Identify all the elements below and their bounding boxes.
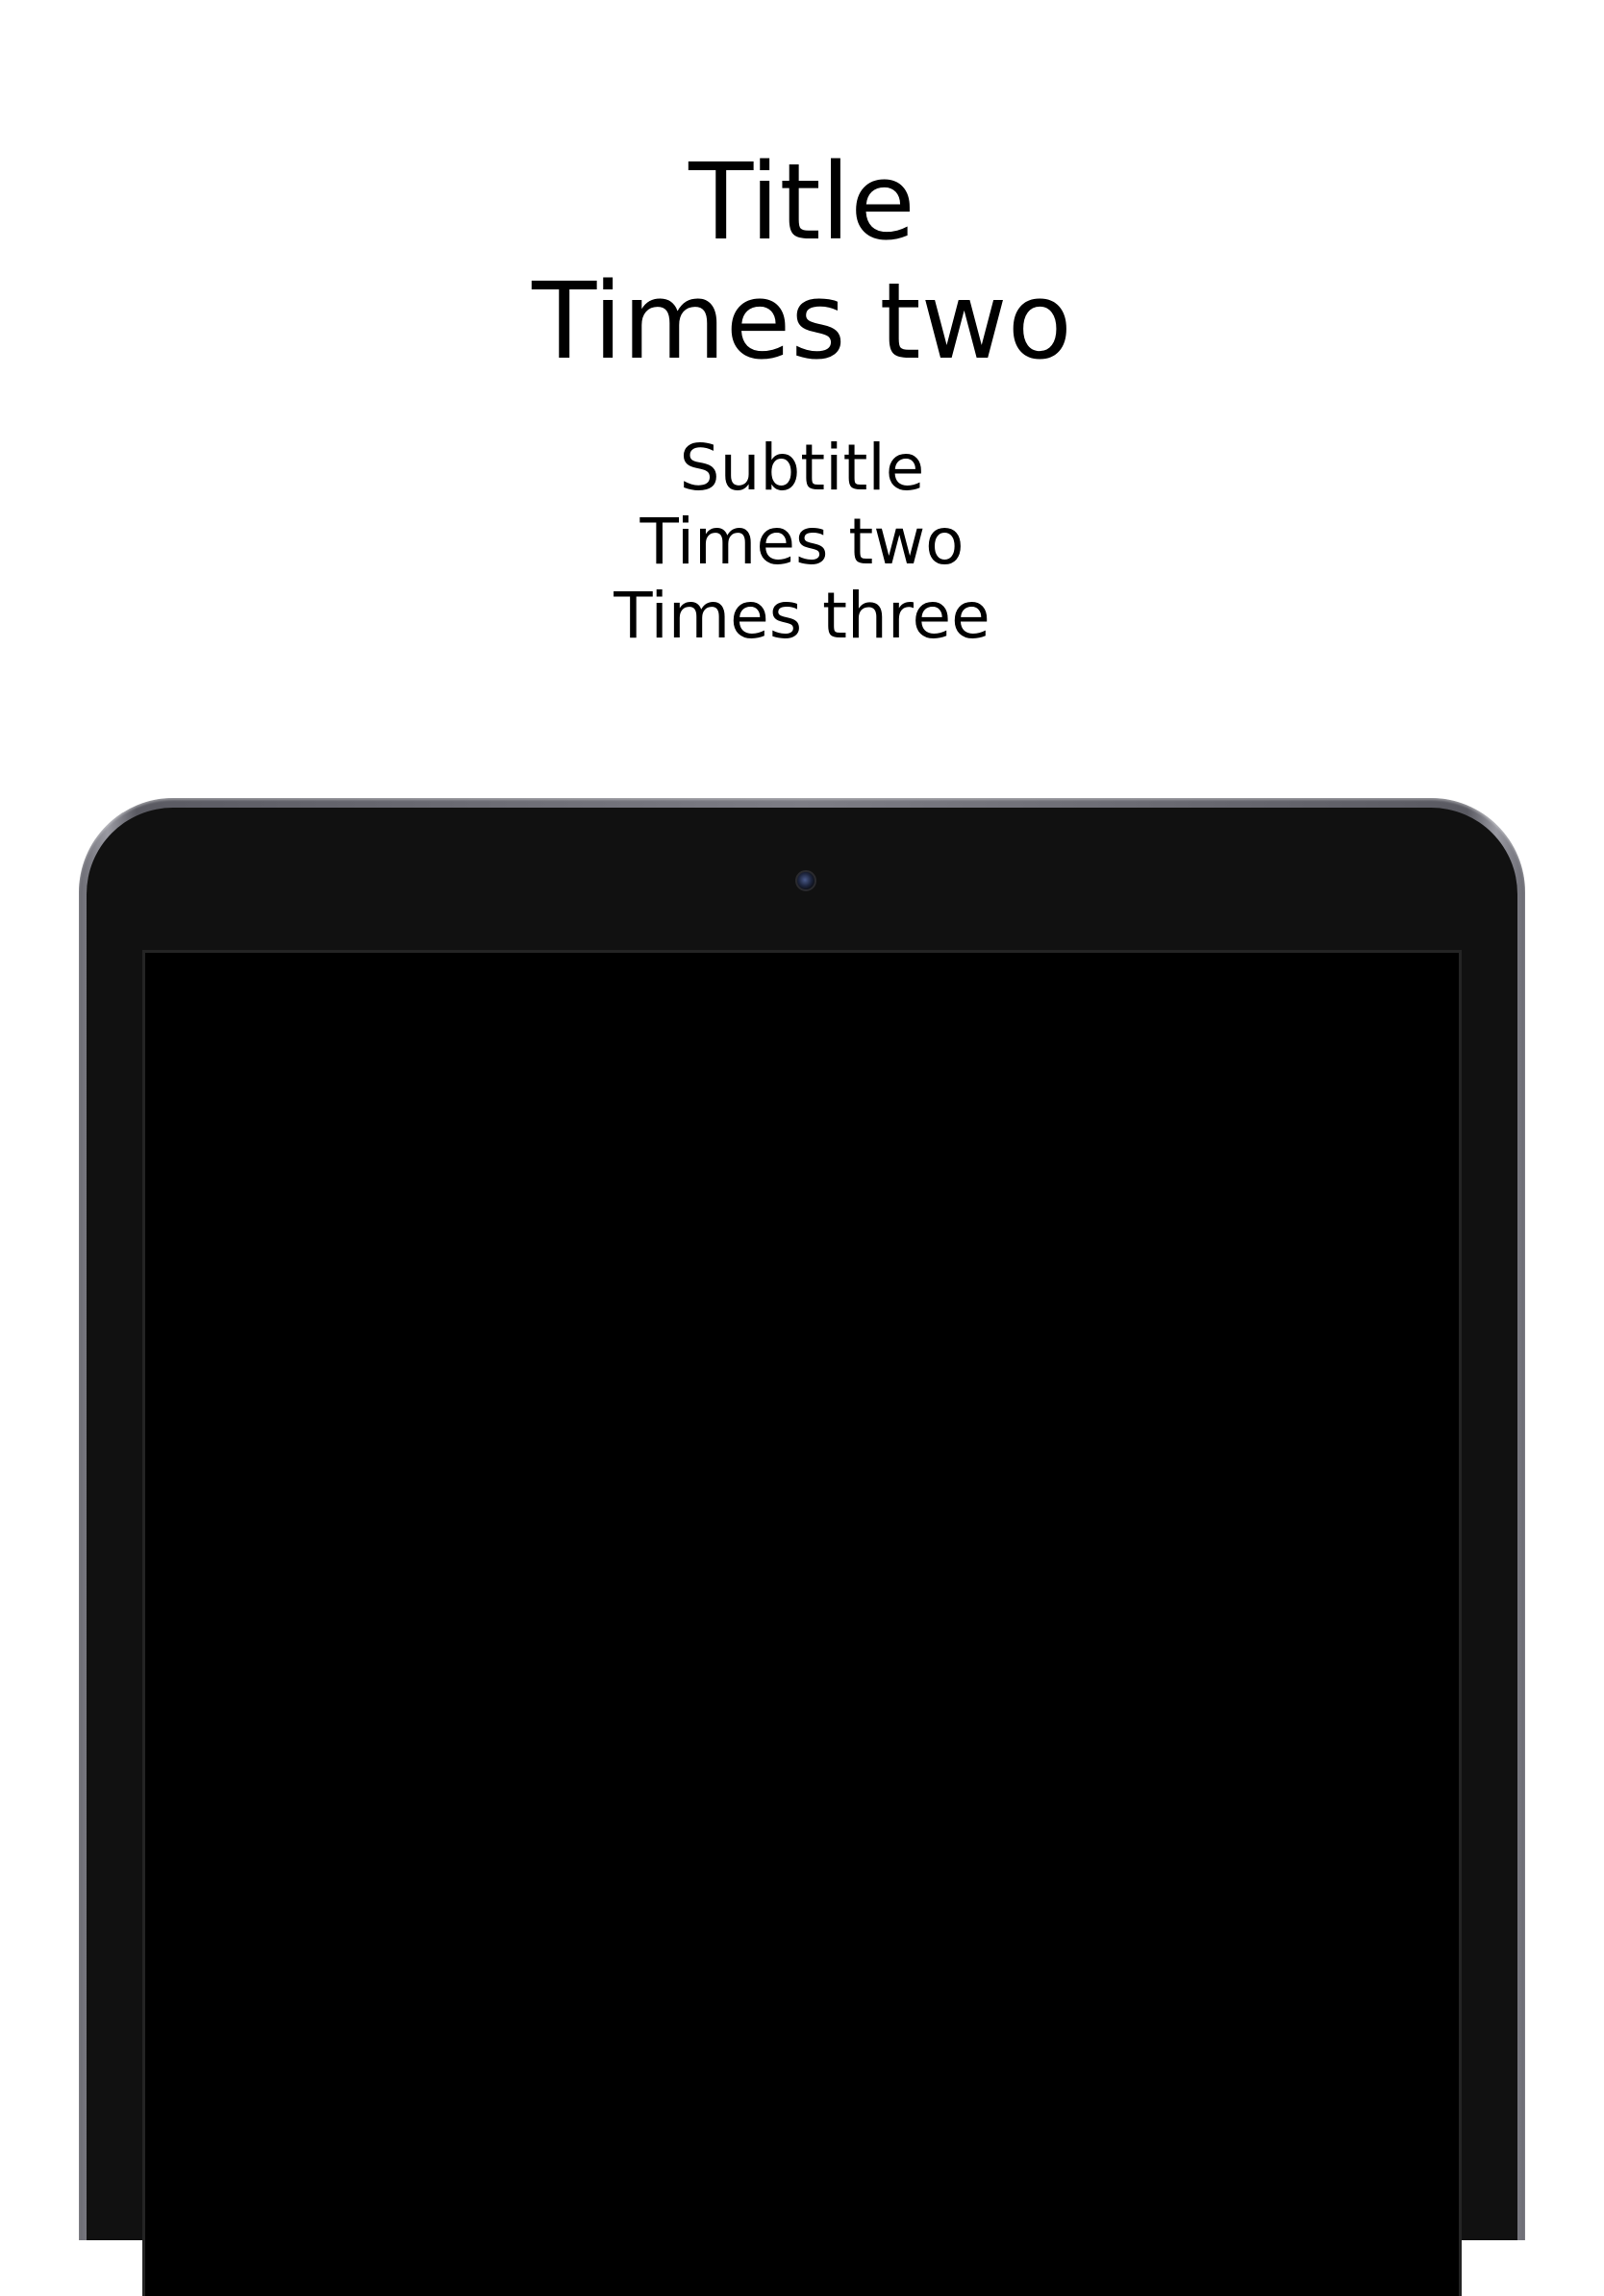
page-title: Title Times two — [0, 142, 1604, 381]
subtitle-line: Subtitle — [679, 431, 925, 505]
tablet-bezel — [87, 808, 1517, 2296]
tablet-screen[interactable] — [142, 950, 1462, 2296]
subtitle-line: Times three — [614, 579, 990, 653]
page-subtitle: Subtitle Times two Times three — [0, 431, 1604, 653]
title-line: Title — [689, 140, 915, 263]
tablet-frame — [79, 798, 1525, 2296]
title-line: Times two — [532, 260, 1072, 383]
subtitle-line: Times two — [639, 505, 965, 579]
camera-icon — [795, 870, 816, 891]
